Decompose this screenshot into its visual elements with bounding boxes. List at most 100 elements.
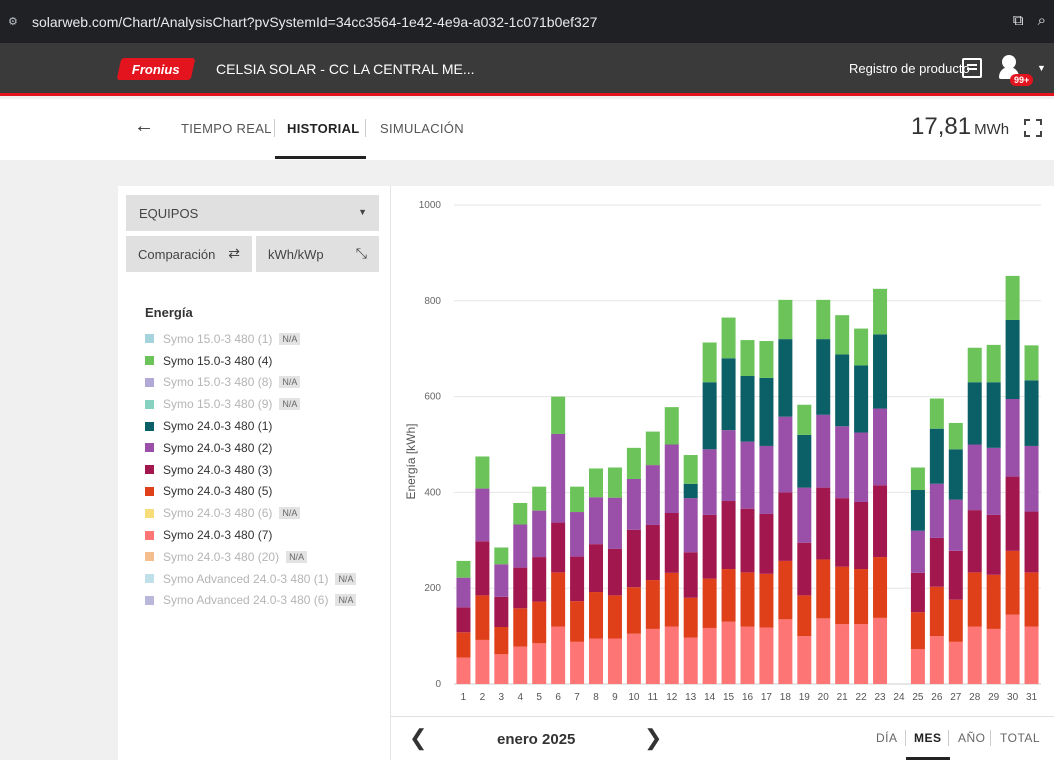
bar-segment — [683, 552, 698, 598]
bar-segment — [778, 492, 793, 561]
bar-segment — [759, 573, 774, 628]
user-menu-chevron-down-icon[interactable]: ▼ — [1037, 63, 1046, 73]
legend-swatch — [145, 574, 154, 584]
bar-segment — [740, 508, 755, 573]
legend-item[interactable]: Symo 15.0-3 480 (9) N/A — [145, 393, 356, 415]
na-badge: N/A — [286, 550, 308, 563]
x-tick-label: 9 — [612, 692, 618, 703]
equipos-dropdown[interactable]: EQUIPOS ▼ — [126, 195, 379, 231]
bar-segment — [702, 514, 717, 579]
legend-swatch — [145, 552, 154, 562]
tab-simulacion[interactable]: SIMULACIÓN — [380, 121, 464, 136]
legend-item[interactable]: Symo Advanced 24.0-3 480 (1) N/A — [145, 568, 357, 590]
install-app-icon[interactable]: ⧉ — [1013, 12, 1024, 29]
period-divider — [948, 730, 949, 746]
bar-segment — [816, 487, 831, 560]
legend-item[interactable]: Symo 24.0-3 480 (1) — [145, 415, 356, 437]
bar-segment — [1005, 398, 1020, 477]
fullscreen-icon[interactable] — [1024, 119, 1042, 137]
url-text[interactable]: solarweb.com/Chart/AnalysisChart?pvSyste… — [32, 14, 597, 30]
y-tick-label: 200 — [424, 583, 441, 594]
x-tick-label: 2 — [480, 692, 486, 703]
legend-item[interactable]: Symo 24.0-3 480 (5) — [145, 481, 356, 503]
previous-month-icon[interactable]: ❮ — [409, 725, 427, 751]
period-ano[interactable]: AÑO — [958, 731, 986, 745]
y-tick-label: 0 — [435, 679, 441, 690]
product-registration-link[interactable]: Registro de producto — [849, 61, 970, 76]
product-registration-icon[interactable] — [962, 58, 982, 78]
legend-item[interactable]: Symo 24.0-3 480 (20) N/A — [145, 546, 356, 568]
comparison-button[interactable]: Comparación ⇄ — [126, 236, 252, 272]
tab-tiempo-real[interactable]: TIEMPO REAL — [181, 121, 272, 136]
filter-panel: EQUIPOS ▼ Comparación ⇄ kWh/kWp ⤡ Energí… — [118, 186, 390, 760]
y-tick-label: 1000 — [419, 200, 442, 211]
next-month-icon[interactable]: ❯ — [644, 725, 662, 751]
bar-segment — [494, 547, 509, 565]
bar-segment — [702, 342, 717, 383]
bar-segment — [835, 566, 850, 625]
bar-segment — [702, 449, 717, 515]
bar-segment — [797, 487, 812, 543]
legend-label: Symo Advanced 24.0-3 480 (6) — [163, 593, 329, 608]
x-tick-label: 20 — [818, 692, 830, 703]
na-badge: N/A — [335, 572, 357, 585]
x-tick-label: 23 — [874, 692, 886, 703]
legend-label: Symo 24.0-3 480 (5) — [163, 484, 273, 499]
x-tick-label: 14 — [704, 692, 716, 703]
bar-segment — [873, 557, 888, 618]
x-tick-label: 10 — [628, 692, 640, 703]
bar-segment — [607, 595, 622, 639]
bar-segment — [986, 447, 1001, 515]
legend-item[interactable]: Symo 15.0-3 480 (4) — [145, 350, 356, 372]
fronius-logo[interactable]: Fronius — [116, 58, 196, 80]
bar-segment — [607, 497, 622, 549]
y-tick-label: 400 — [424, 487, 441, 498]
bar-segment — [513, 502, 528, 525]
bar-segment — [854, 365, 869, 433]
bar-segment — [759, 341, 774, 378]
legend-item[interactable]: Symo 15.0-3 480 (8) N/A — [145, 372, 356, 394]
bar-segment — [929, 428, 944, 484]
period-total[interactable]: TOTAL — [1000, 731, 1040, 745]
zoom-icon[interactable]: ⌕ — [1038, 12, 1046, 29]
bar-segment — [702, 578, 717, 628]
bar-segment — [456, 607, 471, 633]
legend-item[interactable]: Symo 24.0-3 480 (7) — [145, 524, 356, 546]
legend-item[interactable]: Symo 24.0-3 480 (6) N/A — [145, 502, 356, 524]
bar-segment — [551, 396, 566, 434]
legend-item[interactable]: Symo 24.0-3 480 (3) — [145, 459, 356, 481]
legend-item[interactable]: Symo 15.0-3 480 (1) N/A — [145, 328, 356, 350]
bar-segment — [1005, 275, 1020, 320]
bar-segment — [967, 626, 982, 684]
legend-label: Symo 15.0-3 480 (1) — [163, 331, 273, 346]
bar-segment — [589, 544, 604, 593]
bar-segment — [683, 498, 698, 553]
bar-segment — [740, 572, 755, 627]
bar-segment — [475, 639, 490, 684]
current-month: enero 2025 — [497, 731, 576, 748]
site-info-icon[interactable]: ⚙ — [8, 15, 26, 28]
bar-segment — [1005, 476, 1020, 551]
tab-historial[interactable]: HISTORIAL — [287, 121, 360, 136]
bar-segment — [1024, 572, 1039, 627]
bar-segment — [854, 569, 869, 625]
normalize-button[interactable]: kWh/kWp ⤡ — [256, 236, 379, 272]
legend-swatch — [145, 334, 154, 344]
back-arrow-icon[interactable]: ← — [134, 115, 154, 138]
bar-segment — [929, 636, 944, 684]
system-title[interactable]: CELSIA SOLAR - CC LA CENTRAL ME... — [216, 61, 475, 77]
bar-segment — [740, 441, 755, 509]
bar-segment — [456, 632, 471, 658]
bar-segment — [570, 512, 585, 557]
logo-text: Fronius — [132, 61, 180, 77]
legend-item[interactable]: Symo Advanced 24.0-3 480 (6) N/A — [145, 590, 357, 612]
bar-segment — [986, 628, 1001, 684]
bar-segment — [532, 557, 547, 602]
bar-segment — [797, 434, 812, 488]
legend-item[interactable]: Symo 24.0-3 480 (2) — [145, 437, 356, 459]
legend-swatch — [145, 443, 154, 453]
period-mes[interactable]: MES — [914, 731, 942, 745]
bar-segment — [929, 398, 944, 429]
bar-segment — [532, 486, 547, 511]
period-dia[interactable]: DÍA — [876, 731, 898, 745]
